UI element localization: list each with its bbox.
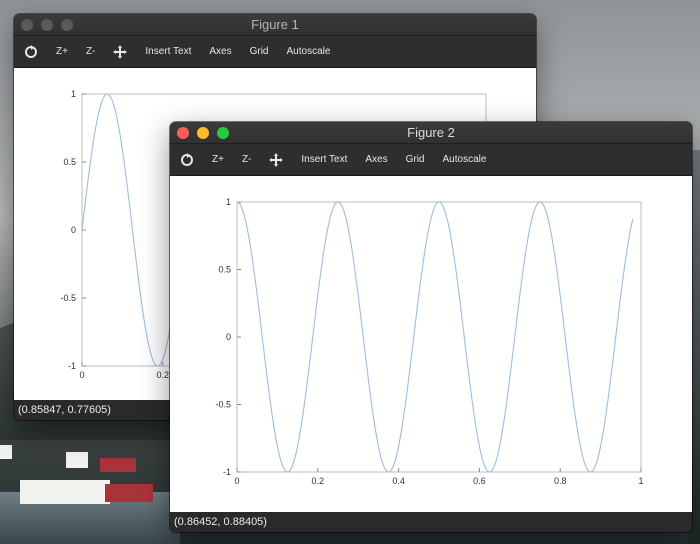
y-tick-label: 0.5 — [63, 157, 76, 167]
series-line — [236, 201, 634, 473]
autoscale-button[interactable]: Autoscale — [287, 46, 331, 57]
grid-button[interactable]: Grid — [250, 46, 269, 57]
x-tick-label: 1 — [638, 476, 643, 486]
x-tick-label: 0 — [234, 476, 239, 486]
y-tick-label: 0 — [71, 225, 76, 235]
y-tick-label: -1 — [68, 361, 76, 371]
cursor-coordinates: (0.86452, 0.88405) — [170, 512, 692, 532]
desktop-house — [105, 484, 153, 502]
title-bar[interactable]: Figure 2 — [170, 122, 692, 144]
y-tick-label: 0 — [226, 332, 231, 342]
x-tick-label: 0.8 — [554, 476, 567, 486]
y-tick-label: -1 — [223, 467, 231, 477]
zoom-in-button[interactable]: Z+ — [56, 46, 68, 57]
zoom-in-button[interactable]: Z+ — [212, 154, 224, 165]
axes-button[interactable]: Axes — [365, 154, 387, 165]
x-tick-label: 0.2 — [312, 476, 325, 486]
desktop-house — [0, 445, 12, 459]
refresh-icon[interactable] — [24, 44, 38, 59]
x-tick-label: 0.4 — [392, 476, 405, 486]
x-tick-label: 0.6 — [473, 476, 486, 486]
toolbar: Z+ Z- Insert Text Axes Grid Autoscale — [14, 36, 536, 68]
y-tick-label: -0.5 — [215, 400, 231, 410]
figure-2-window[interactable]: Figure 2 Z+ Z- Insert Text Axes Grid Aut… — [170, 122, 692, 532]
autoscale-button[interactable]: Autoscale — [443, 154, 487, 165]
insert-text-button[interactable]: Insert Text — [301, 154, 347, 165]
desktop-house — [20, 480, 110, 504]
zoom-out-button[interactable]: Z- — [242, 154, 251, 165]
toolbar: Z+ Z- Insert Text Axes Grid Autoscale — [170, 144, 692, 176]
y-tick-label: 1 — [71, 89, 76, 99]
desktop-house — [66, 452, 88, 468]
refresh-icon[interactable] — [180, 152, 194, 167]
axes-frame — [236, 201, 642, 473]
desktop-house — [100, 458, 136, 472]
x-tick-label: 0 — [79, 370, 84, 380]
axes-button[interactable]: Axes — [209, 46, 231, 57]
plot-area[interactable]: 1 0.5 0 -0.5 -1 0 0.2 0.4 0.6 0.8 1 — [170, 176, 692, 512]
x-tick-label: 0.2 — [157, 370, 170, 380]
figure-2-chart: 10.50-0.5-10 0.2 0.4 0.6 0.8 1 — [215, 197, 643, 486]
y-tick-label: 0.5 — [218, 265, 231, 275]
move-arrows-icon[interactable] — [113, 44, 128, 59]
y-tick-label: -0.5 — [60, 293, 76, 303]
move-arrows-icon[interactable] — [269, 152, 284, 167]
zoom-out-button[interactable]: Z- — [86, 46, 95, 57]
title-bar[interactable]: Figure 1 — [14, 14, 536, 36]
insert-text-button[interactable]: Insert Text — [145, 46, 191, 57]
window-title: Figure 1 — [251, 17, 299, 32]
y-tick-label: 1 — [226, 197, 231, 207]
window-title: Figure 2 — [407, 125, 455, 140]
grid-button[interactable]: Grid — [406, 154, 425, 165]
